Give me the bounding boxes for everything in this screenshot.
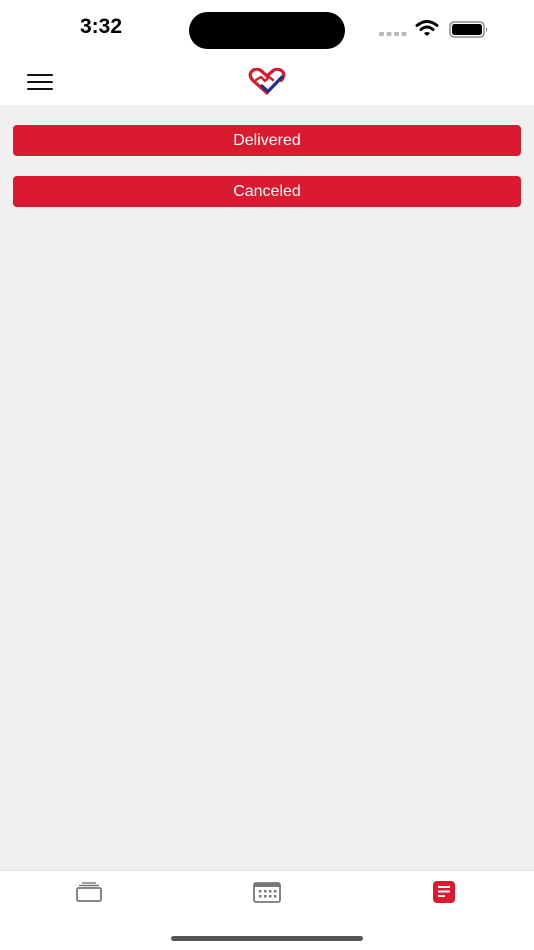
- tab-calendar[interactable]: [237, 875, 297, 909]
- status-bar: 3:32: [0, 0, 534, 58]
- stacked-cards-icon: [76, 882, 102, 902]
- delivered-button[interactable]: Delivered: [13, 125, 521, 156]
- hamburger-menu-icon[interactable]: [22, 69, 58, 95]
- tab-documents[interactable]: [414, 875, 474, 909]
- wifi-icon: [415, 20, 439, 36]
- cellular-signal-icon: [379, 32, 407, 36]
- battery-icon: [449, 21, 488, 38]
- navigation-bar: [0, 58, 534, 105]
- home-indicator: [171, 936, 363, 941]
- heart-check-logo-icon: [248, 68, 286, 95]
- dynamic-island: [189, 12, 345, 49]
- order-status-list: Delivered Canceled: [0, 105, 534, 870]
- calendar-icon: [253, 882, 281, 903]
- document-icon: [433, 881, 455, 903]
- tab-orders[interactable]: [59, 875, 119, 909]
- status-time: 3:32: [79, 15, 123, 38]
- canceled-button[interactable]: Canceled: [13, 176, 521, 207]
